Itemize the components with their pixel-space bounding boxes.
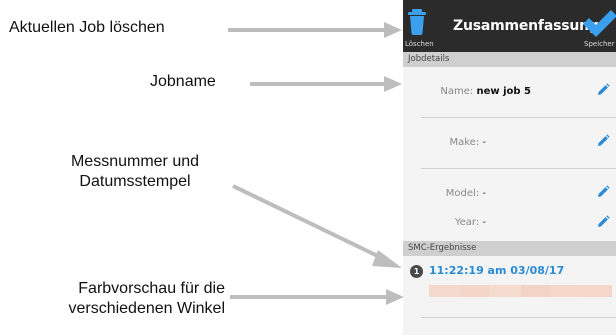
color-swatch: [581, 285, 612, 297]
job-field-model: Model: -: [446, 188, 486, 199]
job-field-label-year: Year:: [454, 217, 480, 228]
arrow-measurement-head: [372, 250, 402, 268]
color-preview-strip: [429, 285, 612, 297]
save-button[interactable]: Speicher: [579, 6, 616, 50]
arrow-measurement-shaft: [232, 184, 387, 262]
color-swatch: [551, 285, 582, 297]
arrow-measurement: [232, 184, 402, 268]
measurement-number-badge: 1: [410, 265, 423, 278]
pencil-icon[interactable]: [596, 185, 610, 199]
job-field-value-year: -: [482, 217, 486, 228]
arrow-jobname-head: [384, 76, 402, 92]
job-field-row-name[interactable]: Name: new job 5: [403, 67, 616, 118]
save-button-label: Speicher: [584, 40, 615, 48]
job-field-year: Year: -: [455, 217, 486, 228]
section-header-job-details: Jobdetails: [403, 52, 616, 67]
top-app-bar: Löschen Zusammenfassung Speicher: [403, 0, 616, 52]
job-field-label-name: Name:: [440, 86, 474, 97]
arrow-color-head: [386, 289, 404, 305]
checkmark-icon: [583, 10, 616, 37]
measurement-timestamp: 11:22:19 am 03/08/17: [429, 264, 565, 277]
pencil-icon[interactable]: [596, 83, 610, 97]
section-header-smc-results: SMC-Ergebnisse: [403, 241, 616, 256]
arrow-color-shaft: [230, 295, 386, 299]
delete-button[interactable]: Löschen: [403, 6, 437, 50]
summary-screen: Löschen Zusammenfassung Speicher Jobdeta…: [403, 0, 616, 335]
arrow-delete-head: [384, 22, 402, 38]
job-field-label-make: Make:: [449, 137, 480, 148]
job-field-row-make[interactable]: Make: -: [403, 118, 616, 169]
color-swatch: [520, 285, 551, 297]
arrow-delete-shaft: [228, 28, 384, 32]
job-field-name: Name: new job 5: [440, 86, 531, 97]
pencil-icon[interactable]: [596, 134, 610, 148]
job-field-label-model: Model:: [445, 188, 480, 199]
smc-result-item[interactable]: 1 11:22:19 am 03/08/17: [403, 261, 616, 319]
job-field-value-name: new job 5: [476, 86, 531, 97]
job-field-make: Make: -: [449, 137, 486, 148]
job-field-value-model: -: [482, 188, 486, 199]
pencil-icon[interactable]: [596, 215, 610, 229]
row-divider: [421, 317, 616, 318]
color-swatch: [459, 285, 490, 297]
trash-icon: [408, 9, 426, 35]
job-field-value-make: -: [482, 137, 486, 148]
color-swatch: [490, 285, 521, 297]
color-swatch: [429, 285, 460, 297]
delete-button-label: Löschen: [405, 40, 434, 48]
screen-title: Zusammenfassung: [453, 18, 599, 34]
arrow-jobname-shaft: [250, 82, 384, 86]
